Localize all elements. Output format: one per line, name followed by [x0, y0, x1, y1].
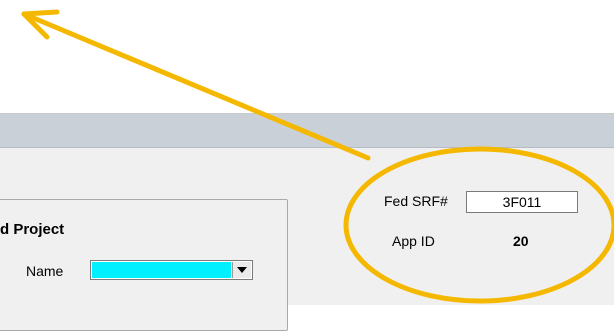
window-titlebar: [0, 114, 614, 148]
arrow-head-icon: [21, 9, 60, 40]
fed-srf-field[interactable]: 3F011: [466, 191, 578, 213]
groupbox-title: d Project: [0, 221, 65, 238]
fed-srf-label: Fed SRF#: [384, 193, 448, 209]
application-window: d Project Name Fed SRF# 3F011 App ID 20: [0, 113, 614, 331]
app-id-value: 20: [513, 233, 529, 249]
dropdown-button[interactable]: [232, 262, 251, 278]
name-label: Name: [26, 263, 64, 279]
app-id-label: App ID: [392, 233, 435, 249]
name-dropdown-value: [92, 262, 231, 278]
chevron-down-icon: [237, 267, 247, 273]
name-dropdown[interactable]: [90, 260, 253, 280]
